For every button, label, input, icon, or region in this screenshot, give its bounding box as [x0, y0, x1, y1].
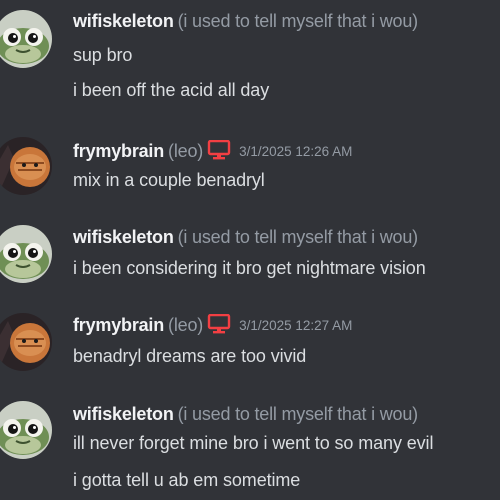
avatar[interactable] [0, 401, 52, 459]
username[interactable]: wifiskeleton [73, 404, 174, 424]
nickname: (leo) [168, 141, 204, 161]
username[interactable]: frymybrain [73, 141, 164, 161]
frog-avatar-icon [0, 401, 52, 459]
message-group: wifiskeleton (i used to tell myself that … [0, 401, 500, 500]
message-header: wifiskeleton (i used to tell myself that … [73, 226, 418, 250]
username[interactable]: frymybrain [73, 315, 164, 335]
cat-avatar-icon [0, 137, 52, 195]
frog-avatar-icon [0, 10, 52, 68]
desktop-icon [207, 139, 231, 160]
message-text: i been considering it bro get nightmare … [73, 258, 426, 278]
message-header: frymybrain (leo) 3/1/2025 12:26 AM [73, 139, 353, 164]
cat-avatar-icon [0, 313, 52, 371]
message-text: i gotta tell u ab em sometime [73, 470, 301, 490]
message-text: ill never forget mine bro i went to so m… [73, 433, 434, 453]
message-group: frymybrain (leo) 3/1/2025 12:26 AM mix in … [0, 137, 500, 200]
frog-avatar-icon [0, 225, 52, 283]
nickname: (i used to tell myself that i wou) [177, 404, 418, 424]
nickname: (i used to tell myself that i wou) [177, 227, 418, 247]
message-text: i been off the acid all day [73, 80, 270, 100]
message-text: benadryl dreams are too vivid [73, 346, 307, 366]
nickname: (leo) [168, 315, 204, 335]
message-group: wifiskeleton (i used to tell myself that … [0, 10, 500, 110]
message-group: wifiskeleton (i used to tell myself that … [0, 225, 500, 286]
timestamp: 3/1/2025 12:27 AM [239, 318, 353, 333]
username[interactable]: wifiskeleton [73, 11, 174, 31]
desktop-icon [207, 313, 231, 334]
username[interactable]: wifiskeleton [73, 227, 174, 247]
message-header: wifiskeleton (i used to tell myself that … [73, 10, 418, 34]
message-text: mix in a couple benadryl [73, 170, 265, 190]
message-header: wifiskeleton (i used to tell myself that … [73, 403, 418, 427]
message-header: frymybrain (leo) 3/1/2025 12:27 AM [73, 313, 353, 338]
avatar[interactable] [0, 10, 52, 68]
nickname: (i used to tell myself that i wou) [177, 11, 418, 31]
message-text: sup bro [73, 45, 133, 65]
timestamp: 3/1/2025 12:26 AM [239, 144, 353, 159]
avatar[interactable] [0, 225, 52, 283]
message-group: frymybrain (leo) 3/1/2025 12:27 AM benadry… [0, 313, 500, 374]
avatar[interactable] [0, 313, 52, 371]
avatar[interactable] [0, 137, 52, 195]
